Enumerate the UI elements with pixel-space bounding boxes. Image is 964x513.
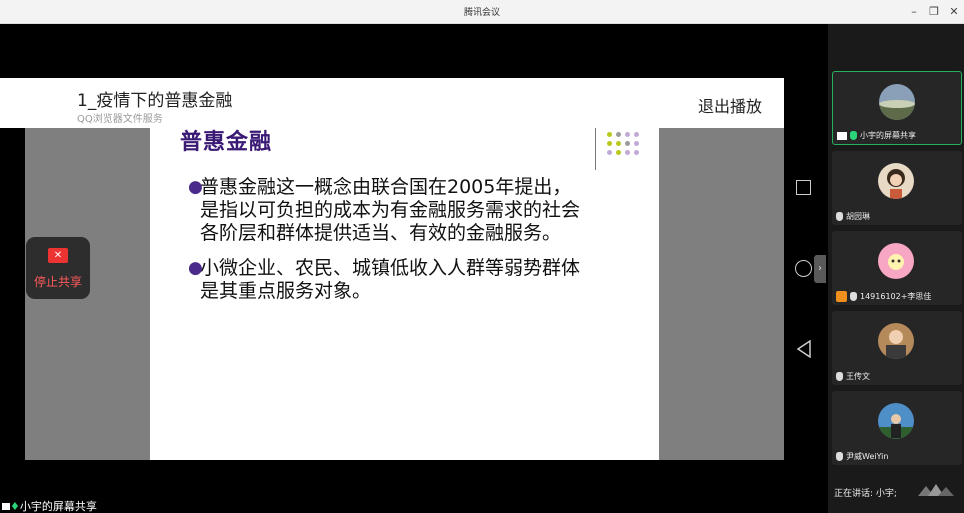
decorative-dot <box>634 132 639 137</box>
slide: 普惠金融 ● 普惠金融这一概念由联合国在2005年提出， 是指以可负担的成本为有… <box>150 128 659 460</box>
speaking-indicator: 正在讲话: 小宇; <box>834 489 897 499</box>
mic-icon <box>836 212 843 221</box>
collapse-panel-button[interactable]: › <box>814 255 826 283</box>
slide-bullet: ● 普惠金融这一概念由联合国在2005年提出， 是指以可负担的成本为有金融服务需… <box>188 176 648 245</box>
participant-tile[interactable]: 胡园琳 <box>832 151 962 225</box>
bullet-line: 普惠金融这一概念由联合国在2005年提出， <box>200 176 572 198</box>
decorative-dot <box>607 150 612 155</box>
mic-icon <box>836 372 843 381</box>
decorative-dot <box>607 132 612 137</box>
screen-icon <box>2 503 10 510</box>
participant-name: 14916102+李思佳 <box>860 292 932 301</box>
home-icon[interactable] <box>795 260 812 277</box>
person-icon <box>836 291 847 302</box>
recent-apps-icon[interactable] <box>796 180 811 195</box>
participant-tile[interactable]: 尹威WeiYin <box>832 391 962 465</box>
avatar <box>878 403 914 439</box>
slide-divider <box>595 128 596 170</box>
decorative-dots <box>603 130 648 160</box>
decorative-dot <box>625 141 630 146</box>
maximize-button[interactable]: ❐ <box>924 2 944 22</box>
decorative-dot <box>616 132 621 137</box>
bullet-line: 是指以可负担的成本为有金融服务需求的社会 <box>200 199 581 221</box>
participant-label: 尹威WeiYin <box>836 451 888 462</box>
participant-label: 14916102+李思佳 <box>836 291 931 302</box>
decorative-dot <box>634 141 639 146</box>
participant-name: 胡园琳 <box>846 212 870 221</box>
participant-tile[interactable]: 14916102+李思佳 <box>832 231 962 305</box>
stop-share-label: 停止共享 <box>33 275 82 289</box>
stop-share-button[interactable]: ✕ 停止共享 <box>26 237 90 299</box>
bullet-line: 小微企业、农民、城镇低收入人群等弱势群体 <box>200 257 581 279</box>
slide-area: 普惠金融 ● 普惠金融这一概念由联合国在2005年提出， 是指以可负担的成本为有… <box>25 128 784 460</box>
sharing-status: ♦小宇的屏幕共享 <box>2 498 97 513</box>
decorative-dot <box>607 141 612 146</box>
participant-name: 尹威WeiYin <box>846 452 889 461</box>
avatar <box>878 163 914 199</box>
mic-icon: ♦ <box>10 500 20 513</box>
shared-screen: 1_疫情下的普惠金融 QQ浏览器文件服务 退出播放 普惠金融 ● 普惠金融这一概… <box>0 78 826 460</box>
participant-label: 王传文 <box>836 371 870 382</box>
participant-name: 王传文 <box>846 372 870 381</box>
participant-label: 小宇的屏幕共享 <box>837 130 916 141</box>
participant-tile[interactable]: 小宇的屏幕共享 <box>832 71 962 145</box>
avatar <box>878 323 914 359</box>
document-source: QQ浏览器文件服务 <box>77 114 163 125</box>
close-button[interactable]: ✕ <box>944 2 964 22</box>
bullet-line: 是其重点服务对象。 <box>200 280 372 302</box>
bullet-line: 各阶层和群体提供适当、有效的金融服务。 <box>200 222 562 244</box>
avatar <box>879 84 915 120</box>
audio-wave-icon <box>918 484 954 496</box>
screen-icon <box>837 131 847 140</box>
screen-share-stop-icon: ✕ <box>48 248 68 263</box>
slide-heading: 普惠金融 <box>180 130 273 155</box>
bullet-dot: ● <box>188 258 203 278</box>
slide-bullet: ● 小微企业、农民、城镇低收入人群等弱势群体 是其重点服务对象。 <box>188 257 648 303</box>
meeting-window: 腾讯会议 – ❐ ✕ 1_疫情下的普惠金融 QQ浏览器文件服务 退出播放 普惠金… <box>0 0 964 513</box>
decorative-dot <box>616 141 621 146</box>
avatar <box>878 243 914 279</box>
participant-label: 胡园琳 <box>836 211 870 222</box>
window-title: 腾讯会议 <box>463 8 500 18</box>
back-icon[interactable] <box>796 340 812 358</box>
exit-presentation-button[interactable]: 退出播放 <box>698 93 762 117</box>
sharing-status-text: 小宇的屏幕共享 <box>19 500 97 513</box>
decorative-dot <box>634 150 639 155</box>
mic-icon <box>850 131 857 140</box>
decorative-dot <box>625 132 630 137</box>
participant-name: 小宇的屏幕共享 <box>860 131 916 140</box>
title-bar: 腾讯会议 – ❐ ✕ <box>0 0 964 24</box>
participant-panel: 小宇的屏幕共享 胡园琳 14916102+李思佳 王传文 尹威WeiYin 正在… <box>828 24 964 513</box>
decorative-dot <box>625 150 630 155</box>
document-title: 1_疫情下的普惠金融 <box>77 91 233 111</box>
minimize-button[interactable]: – <box>904 2 924 22</box>
mic-icon <box>850 292 857 301</box>
decorative-dot <box>616 150 621 155</box>
bullet-dot: ● <box>188 177 203 197</box>
participant-tile[interactable]: 王传文 <box>832 311 962 385</box>
mic-icon <box>836 452 843 461</box>
document-header: 1_疫情下的普惠金融 QQ浏览器文件服务 退出播放 <box>0 78 784 128</box>
device-nav-bar <box>784 128 826 460</box>
